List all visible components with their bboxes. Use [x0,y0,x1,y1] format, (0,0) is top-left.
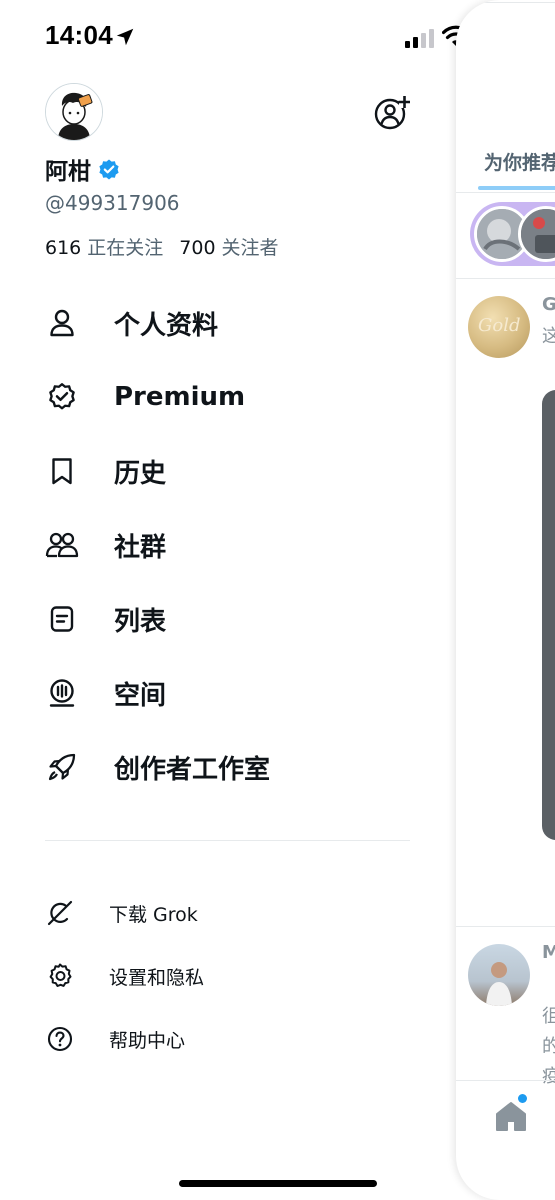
home-icon[interactable] [494,1100,528,1132]
menu-item-label: 历史 [114,458,167,489]
menu-item-label: 下载 Grok [109,903,198,926]
post-text: 这 [542,326,555,347]
menu-item-label: 空间 [114,680,167,711]
location-arrow-icon [116,28,134,46]
following-link[interactable]: 616 正在关注 [45,233,163,260]
gear-icon [46,962,74,990]
followers-label: 关注者 [221,237,279,259]
post-avatar[interactable] [468,944,530,1006]
help-icon [46,1025,74,1053]
menu-item-history[interactable]: 历史 [0,436,440,506]
tab-for-you[interactable]: 为你推荐 [484,148,555,175]
menu-item-communities[interactable]: 社群 [0,510,440,580]
post-media[interactable] [542,390,555,840]
post-avatar[interactable]: Gold [468,296,530,358]
divider [456,1080,555,1081]
bookmark-icon [45,454,79,488]
menu-item-label: 社群 [114,532,167,563]
profile-handle: @499317906 [45,191,180,215]
panel-top-edge [456,2,555,3]
menu-item-lists[interactable]: 列表 [0,584,440,654]
profile-name: 阿柑 [45,159,91,185]
menu-item-label: 列表 [114,606,167,637]
list-icon [45,602,79,636]
menu-item-label: 设置和隐私 [109,966,205,989]
divider [456,278,555,279]
menu-item-help-center[interactable]: 帮助中心 [0,1014,440,1064]
verified-badge-icon [99,159,119,180]
community-icon [45,528,79,562]
home-indicator[interactable] [179,1180,377,1187]
profile-name-row[interactable]: 阿柑 [45,152,121,186]
post-text: 疫 [542,1066,555,1087]
person-icon [45,306,79,340]
menu-item-label: 创作者工作室 [114,754,271,785]
follow-stats: 616 正在关注 700 关注者 [45,233,279,260]
menu-item-download-grok[interactable]: 下载 Grok [0,888,440,938]
notification-dot [518,1094,527,1103]
following-count: 616 [45,237,82,259]
timeline-peek-panel[interactable]: 为你推荐 Gold G 这 M 徂 的 疫 [456,0,555,1200]
divider [456,192,555,193]
cellular-signal-icon [405,29,434,48]
grok-icon [46,899,74,927]
menu-item-creator-studio[interactable]: 创作者工作室 [0,732,440,802]
menu-item-premium[interactable]: Premium [0,362,440,432]
post-author-name[interactable]: M [542,942,555,963]
add-account-icon[interactable] [372,94,410,130]
avatar[interactable] [45,83,103,141]
spaces-icon [45,676,79,710]
tab-active-indicator [478,186,555,190]
status-time: 14:04 [45,20,113,50]
post-text: 的 [542,1036,555,1057]
premium-badge-icon [45,380,79,414]
gold-coin-text: Gold [478,315,521,336]
post-author-name[interactable]: G [542,294,555,315]
menu-item-settings[interactable]: 设置和隐私 [0,951,440,1001]
divider [456,926,555,927]
menu-item-profile[interactable]: 个人资料 [0,288,440,358]
menu-item-label: 个人资料 [114,310,219,341]
screen: 14:04 阿柑 @499317906 616 正在关注 700 关注者 个人资… [0,0,555,1200]
rocket-icon [45,750,79,784]
menu-item-spaces[interactable]: 空间 [0,658,440,728]
post-text: 徂 [542,1006,555,1027]
followers-link[interactable]: 700 关注者 [179,233,278,260]
menu-item-label: 帮助中心 [109,1029,186,1052]
avatar-illustration [46,84,102,140]
followers-count: 700 [179,237,216,259]
following-label: 正在关注 [87,237,164,259]
menu-item-label: Premium [114,382,246,412]
divider [45,840,410,841]
